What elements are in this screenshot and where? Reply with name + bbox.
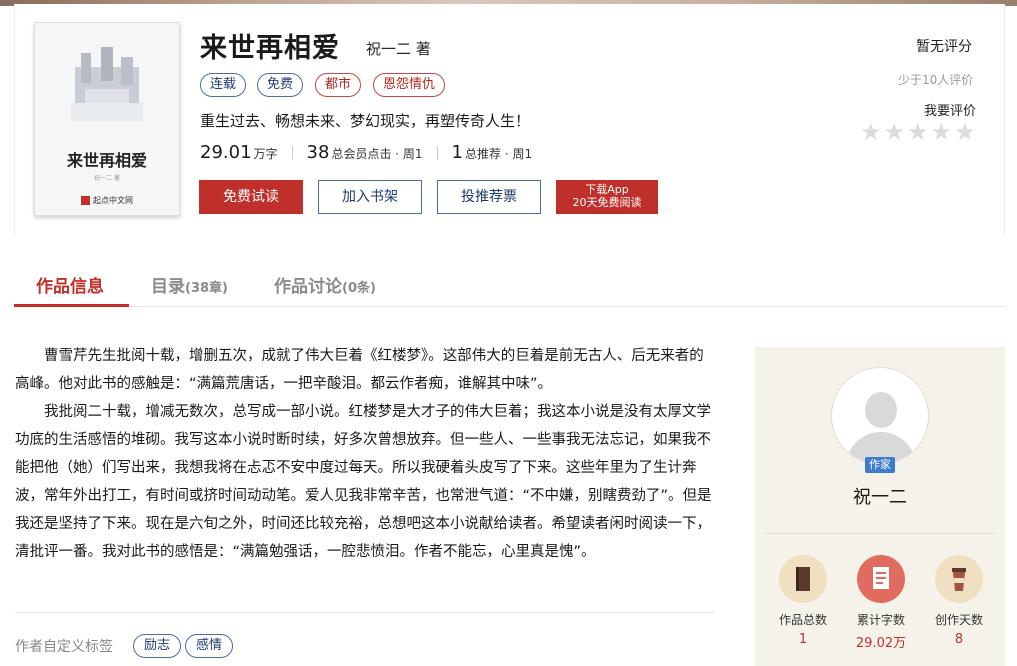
book-author-link[interactable]: 祝一二 著 (366, 38, 431, 59)
download-app-button[interactable]: 下载App 20天免费阅读 (556, 180, 658, 214)
coffee-cup-icon (935, 555, 983, 603)
tab-discussion[interactable]: 作品讨论(0条) (274, 272, 376, 297)
star-icon[interactable]: ★ (907, 120, 929, 144)
section-divider (15, 612, 715, 613)
tab-work-info-label: 作品信息 (36, 277, 104, 297)
tab-catalog[interactable]: 目录(38章) (151, 272, 228, 297)
document-icon (857, 555, 905, 603)
cover-logo-text: 起点中文网 (93, 196, 133, 205)
star-icon[interactable]: ★ (931, 120, 953, 144)
download-app-sublabel: 20天免费阅读 (572, 196, 642, 209)
rating-stars[interactable]: ★ ★ ★ ★ ★ (860, 120, 976, 144)
tag-subcategory[interactable]: 恩怨情仇 (373, 73, 446, 97)
author-badge: 作家 (865, 457, 895, 473)
cover-author: 祝一二 著 (94, 175, 120, 182)
word-count-value: 29.01 (200, 142, 252, 163)
tag-serializing: 连载 (200, 73, 247, 97)
stat-divider (291, 146, 293, 160)
description-paragraph: 曹雪芹先生批阅十载，增删五次，成就了伟大巨着《红楼梦》。这部伟大的巨着是前无古人… (15, 348, 704, 392)
click-count-value: 38 (306, 142, 330, 163)
stat-value: 8 (954, 632, 964, 647)
rate-book-link[interactable]: 我要评价 (924, 100, 976, 119)
stat-value: 29.02万 (855, 636, 907, 651)
word-count-unit: 万字 (253, 147, 278, 161)
panel-divider (765, 533, 995, 534)
author-name[interactable]: 祝一二 (755, 483, 1005, 509)
cover-publisher-logo: 起点中文网 (35, 195, 179, 206)
author-stat-words: 累计字数 29.02万 (846, 555, 916, 651)
star-icon[interactable]: ★ (860, 120, 882, 144)
download-app-label: 下载App (585, 183, 629, 196)
recommend-vote-button[interactable]: 投推荐票 (437, 180, 541, 214)
free-read-button[interactable]: 免费试读 (199, 180, 303, 214)
star-icon[interactable]: ★ (954, 120, 976, 144)
tag-category-urban[interactable]: 都市 (315, 73, 362, 97)
stat-value: 1 (798, 632, 808, 647)
author-stat-works: 作品总数 1 (768, 555, 838, 647)
book-intro: 重生过去、畅想未来、梦幻现实，再塑传奇人生！ (200, 112, 531, 130)
publisher-logo-icon (81, 196, 90, 205)
cover-illustration (71, 47, 143, 121)
star-icon[interactable]: ★ (884, 120, 906, 144)
stat-label: 创作天数 (934, 613, 983, 627)
custom-tags-label: 作者自定义标签 (15, 639, 113, 655)
tab-discussion-count: (0条) (342, 281, 376, 296)
author-panel: 作家 祝一二 作品总数 1 累计字数 29.02万 创作天数 8 (755, 347, 1005, 666)
rating-score: 暂无评分 (916, 39, 972, 55)
recommend-count-value: 1 (451, 142, 463, 163)
book-icon (779, 555, 827, 603)
content-tabs: 作品信息 目录(38章) 作品讨论(0条) (14, 264, 1005, 307)
custom-tag[interactable]: 励志 (133, 634, 182, 658)
stat-label: 作品总数 (778, 613, 827, 627)
book-description: 曹雪芹先生批阅十载，增删五次，成就了伟大巨着《红楼梦》。这部伟大的巨着是前无古人… (15, 342, 717, 566)
tab-work-info[interactable]: 作品信息 (36, 272, 104, 297)
book-title: 来世再相爱 (200, 33, 340, 64)
add-to-shelf-button[interactable]: 加入书架 (318, 180, 422, 214)
tab-discussion-label: 作品讨论 (274, 277, 342, 297)
rating-count: 少于10人评价 (898, 73, 974, 87)
cover-title: 来世再相爱 (66, 151, 147, 170)
book-stats: 29.01 万字 38 总会员点击 · 周1 1 总推荐 · 周1 (200, 142, 532, 164)
author-stat-days: 创作天数 8 (924, 555, 994, 647)
tab-catalog-count: (38章) (185, 281, 228, 296)
recommend-count-unit: 总推荐 · 周1 (465, 147, 533, 161)
stat-divider (436, 146, 438, 160)
click-count-unit: 总会员点击 · 周1 (331, 147, 423, 161)
avatar-placeholder-icon (865, 392, 897, 428)
stat-label: 累计字数 (856, 613, 905, 627)
active-tab-indicator (14, 304, 129, 307)
tab-catalog-label: 目录 (151, 277, 185, 297)
description-paragraph: 我批阅二十载，增减无数次，总写成一部小说。红楼梦是大才子的伟大巨着；我这本小说是… (15, 404, 712, 560)
author-avatar[interactable] (831, 367, 929, 465)
book-cover[interactable]: 来世再相爱 祝一二 著 起点中文网 (34, 22, 180, 216)
custom-tag[interactable]: 感情 (185, 634, 234, 658)
tag-free: 免费 (257, 73, 304, 97)
